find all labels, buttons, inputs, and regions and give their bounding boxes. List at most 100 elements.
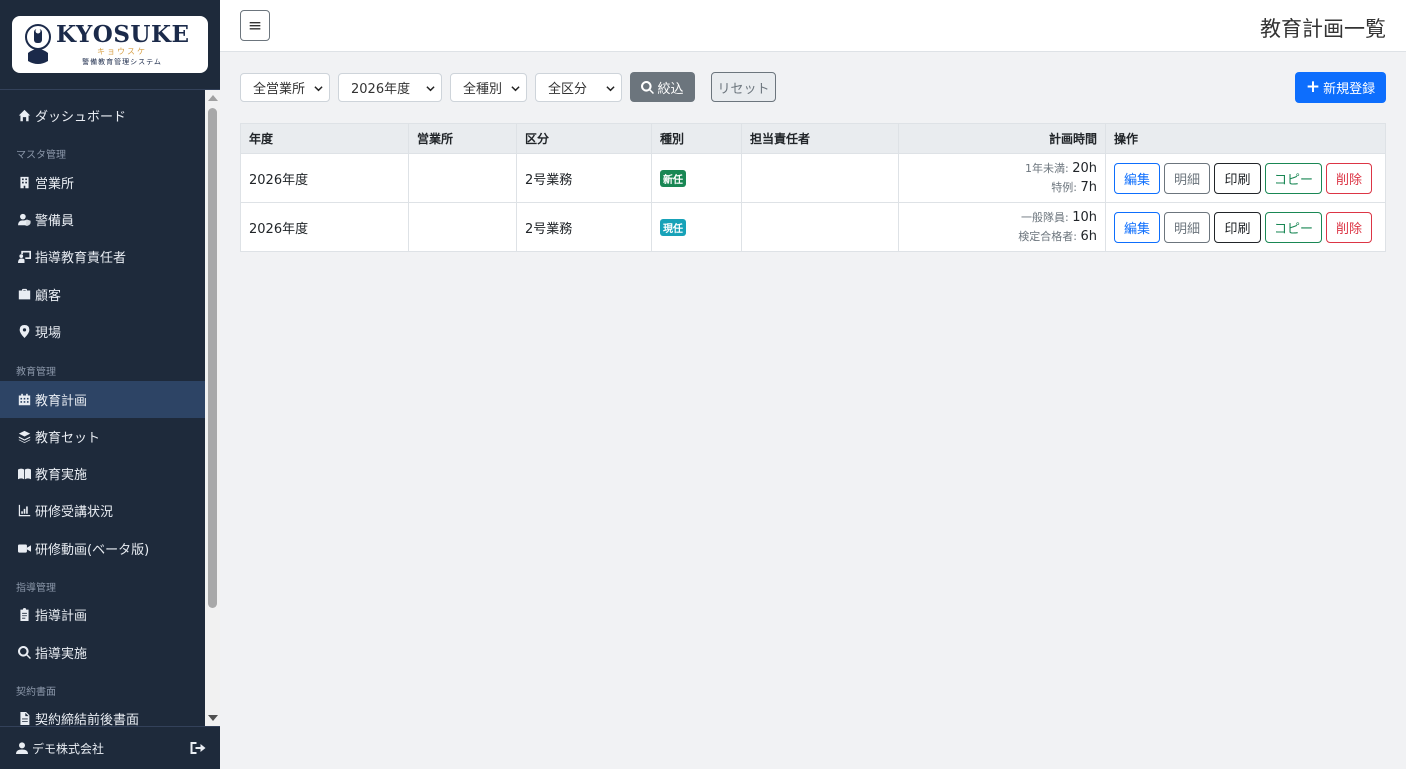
top-header: ≡ 教育計画一覧 (220, 0, 1406, 52)
cell-division: 2号業務 (516, 202, 652, 252)
sidebar-item-label: 教育計画 (35, 394, 88, 409)
video-icon (16, 542, 32, 556)
filter-button[interactable]: 絞込 (630, 72, 695, 102)
office-select-value: 全営業所 (253, 82, 306, 97)
sidebar-item-instructors[interactable]: 指導教育責任者 (0, 238, 205, 275)
sidebar-item-customers[interactable]: 顧客 (0, 276, 205, 313)
cell-office (408, 153, 517, 203)
nav-heading-education: 教育管理 (16, 367, 56, 378)
hours-label: 一般隊員: (1021, 211, 1069, 224)
scroll-down-arrow-icon[interactable] (208, 715, 218, 721)
sidebar-item-contract-docs[interactable]: 契約締結前後書面 (0, 700, 205, 726)
sidebar-item-offices[interactable]: 営業所 (0, 164, 205, 201)
home-icon (16, 109, 32, 123)
sidebar-item-guidance-plan[interactable]: 指導計画 (0, 596, 205, 633)
table-row: 2026年度 2号業務 現任 一般隊員: 10h 検定合格者: 6h 編集 明細… (240, 202, 1386, 252)
division-select-value: 全区分 (548, 82, 588, 97)
sidebar-scrollbar[interactable] (205, 90, 220, 726)
hours-line: 検定合格者: 6h (907, 227, 1097, 246)
scroll-up-arrow-icon[interactable] (208, 95, 218, 101)
copy-button[interactable]: コピー (1265, 211, 1322, 243)
column-header-manager: 担当責任者 (741, 123, 899, 154)
calendar-icon (16, 393, 32, 407)
office-select[interactable]: 全営業所 (240, 73, 330, 102)
hours-value: 6h (1080, 229, 1097, 244)
filter-button-label: 絞込 (657, 81, 684, 97)
chevron-down-icon (606, 86, 615, 92)
sidebar-item-training-status[interactable]: 研修受講状況 (0, 492, 205, 529)
cell-plan-hours: 一般隊員: 10h 検定合格者: 6h (898, 202, 1106, 252)
cell-manager (741, 153, 899, 203)
brand-logo[interactable]: KYOSUKE キョウスケ 警備教育管理システム (12, 16, 208, 73)
sidebar-footer: デモ株式会社 (0, 726, 220, 769)
education-plan-table: 年度 営業所 区分 種別 担当責任者 計画時間 操作 2026年度 2号業務 新… (240, 123, 1386, 252)
nav-heading-contracts: 契約書面 (16, 687, 56, 698)
map-marker-icon (16, 325, 32, 339)
type-select-value: 全種別 (463, 82, 503, 97)
column-header-type: 種別 (651, 123, 742, 154)
sidebar-item-label: 現場 (35, 326, 62, 341)
menu-icon: ≡ (247, 15, 263, 36)
cell-year: 2026年度 (240, 153, 409, 203)
type-badge: 現任 (660, 218, 686, 236)
print-button[interactable]: 印刷 (1214, 162, 1261, 194)
cell-manager (741, 202, 899, 252)
type-badge: 新任 (660, 169, 686, 187)
type-select[interactable]: 全種別 (450, 73, 527, 102)
page-title: 教育計画一覧 (1260, 17, 1386, 41)
column-header-office: 営業所 (408, 123, 517, 154)
edit-button[interactable]: 編集 (1114, 162, 1160, 194)
column-header-plan-hours: 計画時間 (898, 123, 1106, 154)
company-name: デモ株式会社 (32, 741, 105, 756)
scroll-thumb[interactable] (208, 108, 217, 608)
briefcase-icon (16, 288, 32, 302)
cell-type: 新任 (651, 153, 742, 203)
cell-type: 現任 (651, 202, 742, 252)
sidebar-item-sites[interactable]: 現場 (0, 313, 205, 350)
sidebar-toggle-button[interactable]: ≡ (240, 10, 270, 41)
sidebar-item-education-delivery[interactable]: 教育実施 (0, 455, 205, 492)
print-button[interactable]: 印刷 (1214, 211, 1261, 243)
brand-kana: キョウスケ (97, 47, 147, 56)
sidebar-item-training-video[interactable]: 研修動画(ベータ版) (0, 530, 205, 567)
reset-button[interactable]: リセット (711, 72, 776, 102)
sidebar-item-label: 警備員 (35, 214, 75, 229)
new-register-button[interactable]: + 新規登録 (1295, 72, 1386, 103)
division-select[interactable]: 全区分 (535, 73, 622, 102)
emblem-icon (25, 24, 51, 64)
layers-icon (16, 430, 32, 444)
sidebar-item-label: 契約締結前後書面 (35, 713, 140, 726)
year-select[interactable]: 2026年度 (338, 73, 442, 102)
sidebar-item-dashboard[interactable]: ダッシュボード (0, 97, 205, 134)
chart-icon (16, 504, 32, 518)
cell-office (408, 202, 517, 252)
column-header-year: 年度 (240, 123, 409, 154)
logout-icon[interactable] (189, 740, 206, 756)
cell-plan-hours: 1年未満: 20h 特例: 7h (898, 153, 1106, 203)
table-header-row: 年度 営業所 区分 種別 担当責任者 計画時間 操作 (240, 123, 1386, 154)
cell-actions: 編集 明細 印刷 コピー 削除 (1105, 202, 1386, 252)
sidebar-item-education-plan[interactable]: 教育計画 (0, 381, 205, 418)
sidebar-item-guidance-delivery[interactable]: 指導実施 (0, 634, 205, 671)
sidebar-item-education-set[interactable]: 教育セット (0, 418, 205, 455)
delete-button[interactable]: 削除 (1326, 211, 1372, 243)
sidebar-nav: ダッシュボード マスタ管理 営業所 警備員 指導教育責任者 顧客 現場 教育管理… (0, 90, 205, 726)
clipboard-icon (16, 608, 32, 622)
reset-button-label: リセット (717, 81, 770, 97)
hours-value: 10h (1072, 210, 1097, 225)
edit-button[interactable]: 編集 (1114, 211, 1160, 243)
chevron-down-icon (511, 86, 520, 92)
detail-button[interactable]: 明細 (1164, 211, 1210, 243)
column-header-division: 区分 (516, 123, 652, 154)
copy-button[interactable]: コピー (1265, 162, 1322, 194)
detail-button[interactable]: 明細 (1164, 162, 1210, 194)
table-row: 2026年度 2号業務 新任 1年未満: 20h 特例: 7h 編集 明細 印刷… (240, 153, 1386, 203)
search-icon (641, 80, 655, 94)
sidebar-item-label: 指導計画 (35, 609, 88, 624)
brand-subtitle: 警備教育管理システム (82, 58, 162, 66)
sidebar: KYOSUKE キョウスケ 警備教育管理システム ダッシュボード マスタ管理 営… (0, 0, 220, 769)
sidebar-item-guards[interactable]: 警備員 (0, 201, 205, 238)
delete-button[interactable]: 削除 (1326, 162, 1372, 194)
sidebar-item-label: 研修動画(ベータ版) (35, 543, 150, 558)
column-header-actions: 操作 (1105, 123, 1386, 154)
